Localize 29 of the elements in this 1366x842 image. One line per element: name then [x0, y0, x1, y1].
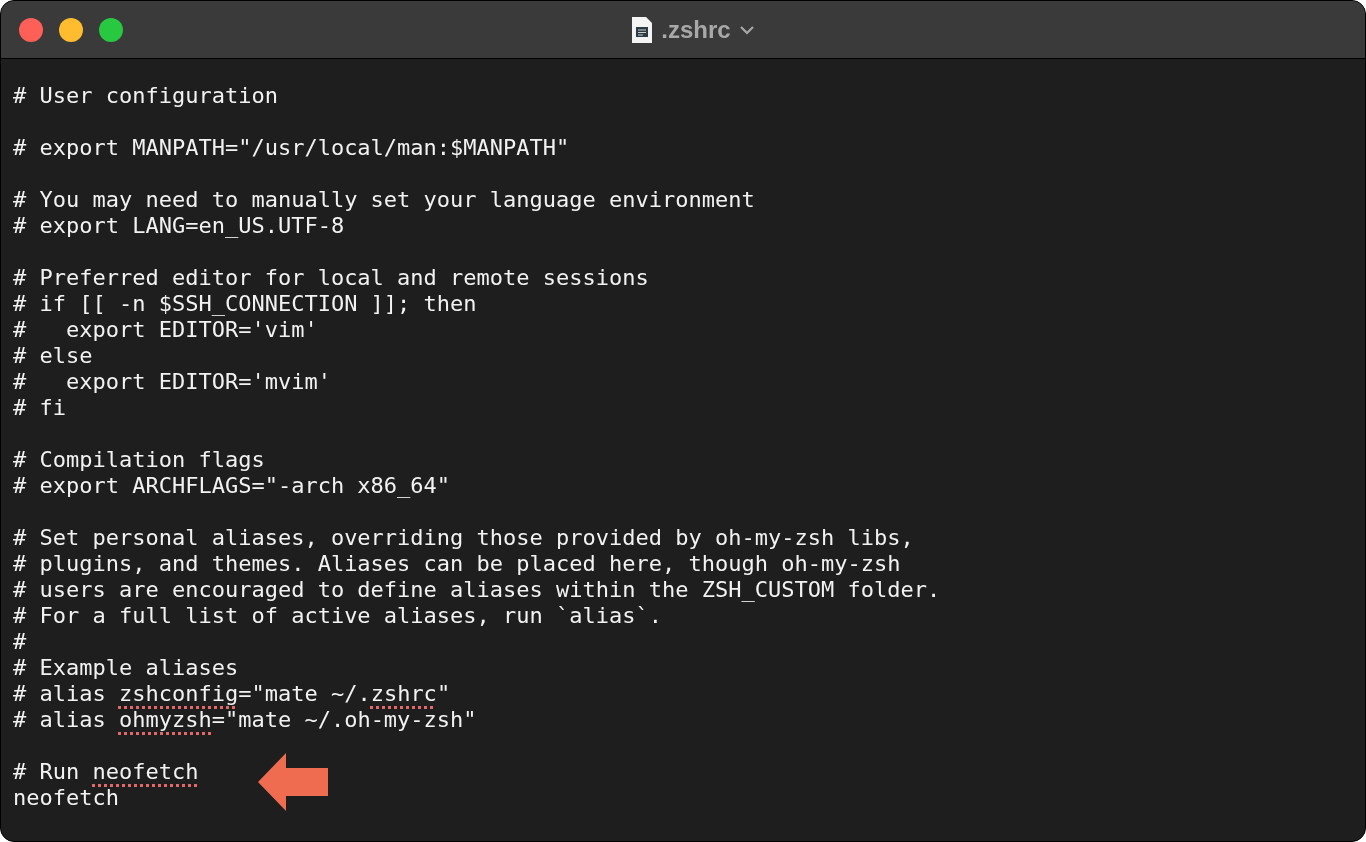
code-line: # export LANG=en_US.UTF-8 — [13, 213, 345, 239]
close-button[interactable] — [19, 17, 43, 42]
code-line: # — [13, 629, 27, 655]
code-line: # Example aliases — [13, 655, 239, 681]
document-icon — [631, 15, 654, 44]
code-line: neofetch — [13, 785, 119, 811]
window-title: .zshrc — [661, 15, 731, 44]
code-line: # export EDITOR='mvim' — [13, 369, 331, 395]
code-line: # export MANPATH="/usr/local/man:$MANPATH" — [13, 135, 570, 161]
code-line: # plugins, and themes. Aliases can be placed here, though oh-my-zsh — [13, 551, 901, 577]
code-line: # For a full list of active aliases, run `alias`. — [13, 603, 662, 629]
code-line: # export EDITOR='vim' — [13, 317, 318, 343]
code-line: # alias zshconfig="mate ~/.zshrc" — [13, 681, 451, 707]
code-line: # Preferred editor for local and remote sessions — [13, 265, 649, 291]
code-line: # fi — [13, 395, 66, 421]
code-line: # Run neofetch — [13, 759, 199, 785]
code-line: # else — [13, 343, 93, 369]
code-line: # export ARCHFLAGS="-arch x86_64" — [13, 473, 451, 499]
code-line: # users are encouraged to define aliases within the ZSH_CUSTOM folder. — [13, 577, 941, 603]
minimize-button[interactable] — [59, 17, 83, 42]
code-line: # User configuration — [13, 83, 278, 109]
chevron-down-icon[interactable] — [738, 24, 755, 35]
code-line: # You may need to manually set your language environment — [13, 187, 755, 213]
pointer-arrow — [258, 753, 328, 811]
zoom-button[interactable] — [99, 17, 123, 42]
code-line: # if [[ -n $SSH_CONNECTION ]]; then — [13, 291, 477, 317]
code-line: # alias ohmyzsh="mate ~/.oh-my-zsh" — [13, 707, 477, 733]
code-line: # Set personal aliases, overriding those provided by oh-my-zsh libs, — [13, 525, 914, 551]
code-line: # Compilation flags — [13, 447, 265, 473]
